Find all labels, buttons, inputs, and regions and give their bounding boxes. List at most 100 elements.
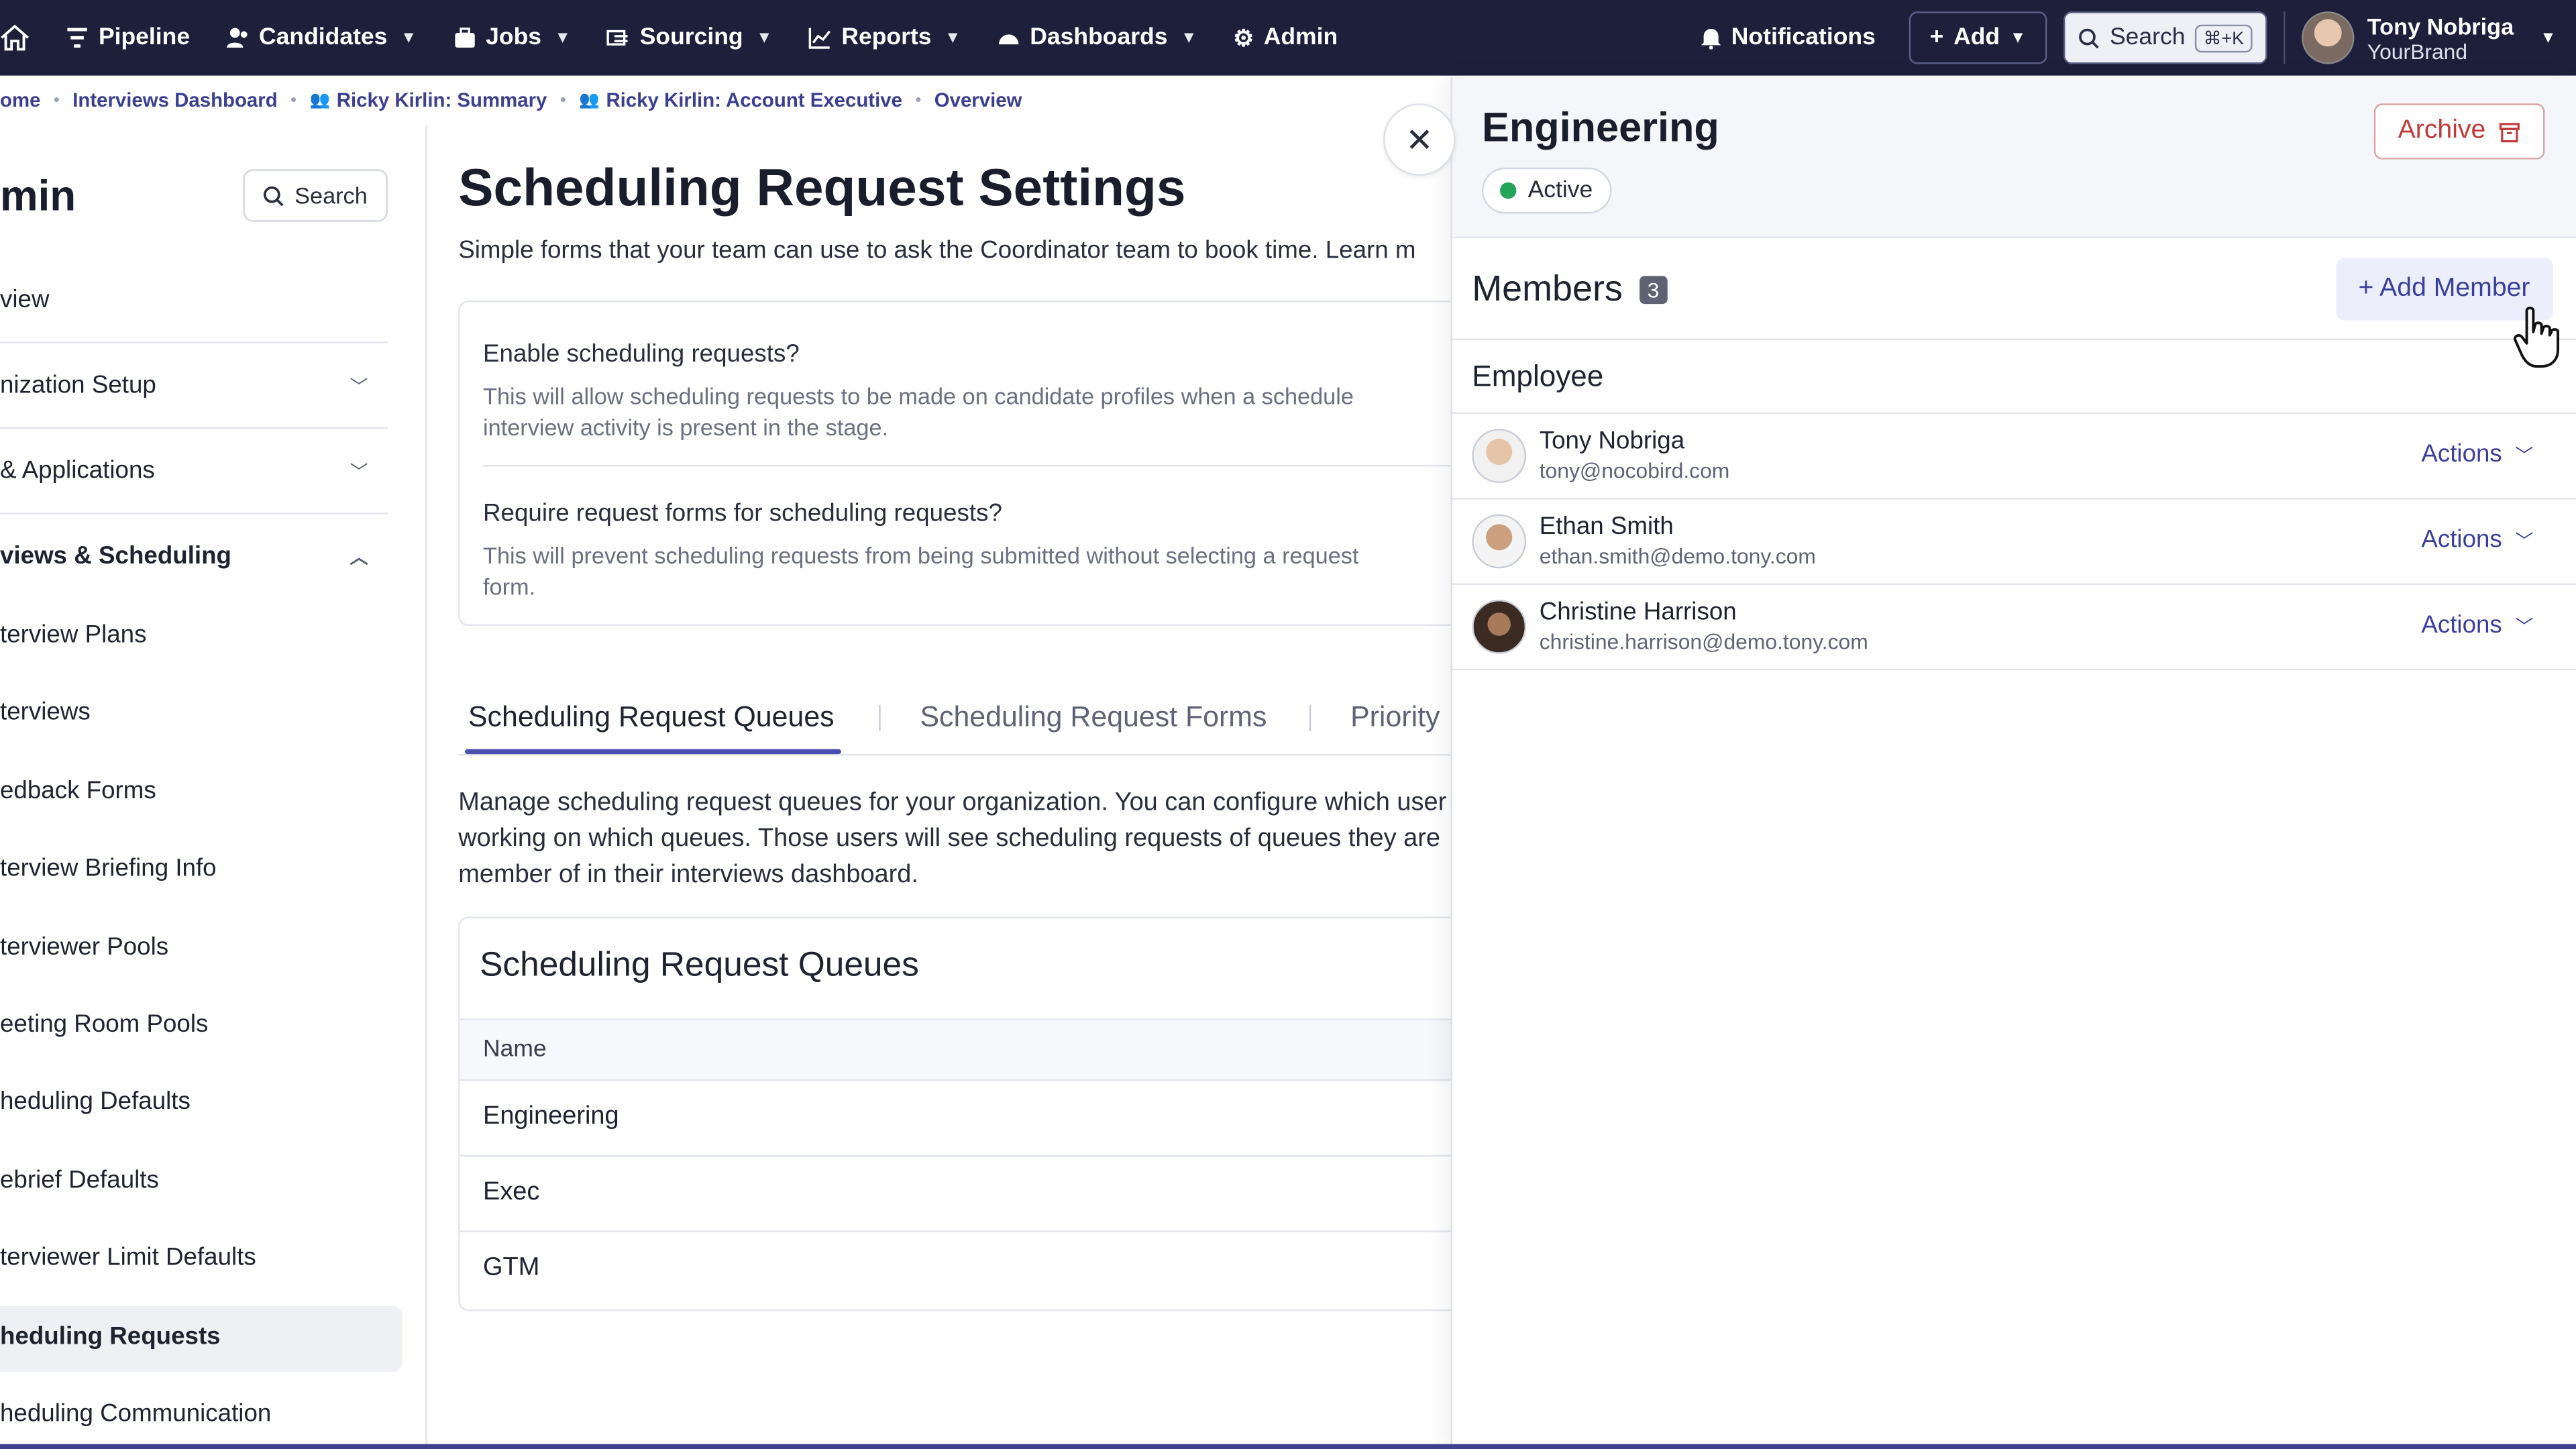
table-row[interactable]: Engineering xyxy=(460,1081,1476,1157)
nav-dashboards[interactable]: Dashboards ▼ xyxy=(997,25,1197,51)
nav-label: Jobs xyxy=(486,24,542,51)
sidebar-item-interviewer-pools[interactable]: terviewer Pools xyxy=(0,933,388,961)
add-label: Add xyxy=(1953,24,2000,51)
member-name: Tony Nobriga xyxy=(1539,427,1685,455)
bell-icon xyxy=(1701,28,1721,50)
settings-card: Enable scheduling requests? This will al… xyxy=(458,301,1477,627)
actions-label: Actions xyxy=(2421,611,2502,639)
members-count-badge: 3 xyxy=(1639,275,1668,303)
chevron-down-icon: ﹀ xyxy=(2515,616,2534,637)
divider xyxy=(2283,11,2286,64)
sidebar-search-label: Search xyxy=(294,182,368,209)
members-label: Members xyxy=(1472,268,1623,309)
nav-label: Sourcing xyxy=(639,24,743,51)
sidebar-item-interviewer-limit-defaults[interactable]: terviewer Limit Defaults xyxy=(0,1244,388,1272)
chevron-down-icon: ▼ xyxy=(400,28,417,47)
close-icon: ✕ xyxy=(1405,122,1434,159)
chevron-down-icon: ﹀ xyxy=(2515,445,2534,466)
sidebar-item-label: terviewer Limit Defaults xyxy=(0,1243,256,1272)
sidebar-item-organization-setup[interactable]: nization Setup ﹀ xyxy=(0,371,388,399)
sidebar-item-scheduling-requests[interactable]: heduling Requests xyxy=(0,1322,388,1350)
queues-description: Manage scheduling request queues for you… xyxy=(458,788,1447,889)
window-bottom-edge xyxy=(0,1444,2576,1449)
sidebar-item-label: heduling Communication xyxy=(0,1399,272,1428)
user-menu[interactable]: Tony Nobriga YourBrand ▼ xyxy=(2301,11,2557,64)
sidebar-item-label: view xyxy=(0,286,50,314)
gauge-icon xyxy=(998,34,1019,45)
global-search-button[interactable]: Search ⌘+K xyxy=(2063,11,2267,64)
breadcrumb-home[interactable]: ome xyxy=(0,89,40,111)
tab-scheduling-request-forms[interactable]: Scheduling Request Forms xyxy=(920,700,1267,734)
member-row: Christine Harrison christine.harrison@de… xyxy=(1452,585,2576,671)
add-button[interactable]: + Add ▼ xyxy=(1908,11,2047,64)
queues-card: Scheduling Request Queues Name Engineeri… xyxy=(458,916,1477,1311)
member-actions-button[interactable]: Actions ﹀ xyxy=(2421,440,2533,468)
nav-label: Dashboards xyxy=(1030,24,1168,51)
sidebar-item-debrief-defaults[interactable]: ebrief Defaults xyxy=(0,1167,388,1195)
status-label: Active xyxy=(1527,177,1593,204)
chevron-down-icon: ▼ xyxy=(554,28,571,47)
nav-jobs[interactable]: Jobs ▼ xyxy=(453,25,571,51)
top-navigation-bar: Pipeline Candidates ▼ Jobs ▼ Sourcing ▼ … xyxy=(0,0,2576,76)
close-panel-button[interactable]: ✕ xyxy=(1383,103,1456,176)
column-header-name: Name xyxy=(483,1036,547,1063)
person-icon: 👥 xyxy=(309,91,330,109)
avatar xyxy=(2301,11,2355,64)
sidebar-item-meeting-room-pools[interactable]: eeting Room Pools xyxy=(0,1010,388,1038)
queues-card-title: Scheduling Request Queues xyxy=(480,946,919,984)
plus-icon: + xyxy=(1929,24,1944,51)
chevron-down-icon: ﹀ xyxy=(2515,531,2534,551)
sidebar-item-label: heduling Defaults xyxy=(0,1087,191,1116)
sidebar-item-briefing-info[interactable]: terview Briefing Info xyxy=(0,854,388,882)
divider xyxy=(0,427,388,429)
table-row[interactable]: Exec xyxy=(460,1157,1476,1232)
member-email: christine.harrison@demo.tony.com xyxy=(1539,629,1868,654)
notifications-button[interactable]: Notifications xyxy=(1700,25,1876,51)
tab-scheduling-request-queues[interactable]: Scheduling Request Queues xyxy=(468,700,835,734)
home-icon[interactable] xyxy=(0,23,30,52)
chevron-up-icon: ︿ xyxy=(350,547,368,568)
sidebar-item-overview[interactable]: view xyxy=(0,286,388,314)
tab-priority[interactable]: Priority xyxy=(1350,700,1440,734)
table-header: Name xyxy=(460,1018,1476,1081)
sidebar-item-label: eeting Room Pools xyxy=(0,1010,209,1038)
member-actions-button[interactable]: Actions ﹀ xyxy=(2421,526,2533,554)
nav-label: Candidates xyxy=(258,24,388,51)
member-email: ethan.smith@demo.tony.com xyxy=(1539,543,1816,569)
sidebar-item-label: ebrief Defaults xyxy=(0,1166,159,1195)
sidebar-search-button[interactable]: Search xyxy=(243,169,388,222)
queue-name: GTM xyxy=(483,1253,540,1282)
user-name: Tony Nobriga xyxy=(2367,12,2514,39)
table-row[interactable]: GTM xyxy=(460,1232,1475,1308)
nav-candidates[interactable]: Candidates ▼ xyxy=(226,25,417,51)
breadcrumb-separator: • xyxy=(290,91,297,109)
sidebar-item-label: & Applications xyxy=(0,456,155,485)
nav-label: Reports xyxy=(841,24,932,51)
nav-admin[interactable]: ⚙ Admin xyxy=(1233,24,1338,52)
breadcrumb-account-executive[interactable]: Ricky Kirlin: Account Executive xyxy=(606,89,902,111)
archive-label: Archive xyxy=(2398,116,2486,145)
nav-sourcing[interactable]: Sourcing ▼ xyxy=(607,24,772,51)
sidebar-item-scheduling-communication[interactable]: heduling Communication xyxy=(0,1400,388,1428)
sidebar-item-feedback-forms[interactable]: edback Forms xyxy=(0,777,388,805)
setting-question: Enable scheduling requests? xyxy=(483,339,800,368)
breadcrumb-separator: • xyxy=(54,91,60,109)
filter-icon xyxy=(67,28,87,48)
nav-reports[interactable]: Reports ▼ xyxy=(808,25,961,51)
breadcrumb: ome • Interviews Dashboard • 👥 Ricky Kir… xyxy=(0,85,1022,115)
sidebar-item-interviews-scheduling[interactable]: views & Scheduling ︿ xyxy=(0,542,388,570)
tab-separator xyxy=(1309,704,1311,731)
sidebar-item-scheduling-defaults[interactable]: heduling Defaults xyxy=(0,1087,388,1116)
sidebar-item-interview-plans[interactable]: terview Plans xyxy=(0,621,388,649)
breadcrumb-interviews-dashboard[interactable]: Interviews Dashboard xyxy=(72,89,277,111)
panel-title: Engineering xyxy=(1481,105,1719,152)
archive-button[interactable]: Archive xyxy=(2373,103,2545,160)
members-title: Members 3 xyxy=(1472,268,1668,311)
breadcrumb-overview[interactable]: Overview xyxy=(934,89,1022,111)
member-actions-button[interactable]: Actions ﹀ xyxy=(2421,611,2533,639)
sidebar-item-applications[interactable]: & Applications ﹀ xyxy=(0,457,388,485)
sidebar-item-interviews[interactable]: terviews xyxy=(0,698,388,727)
briefcase-icon xyxy=(454,28,474,48)
breadcrumb-summary[interactable]: Ricky Kirlin: Summary xyxy=(337,89,547,111)
nav-pipeline[interactable]: Pipeline xyxy=(66,25,190,51)
